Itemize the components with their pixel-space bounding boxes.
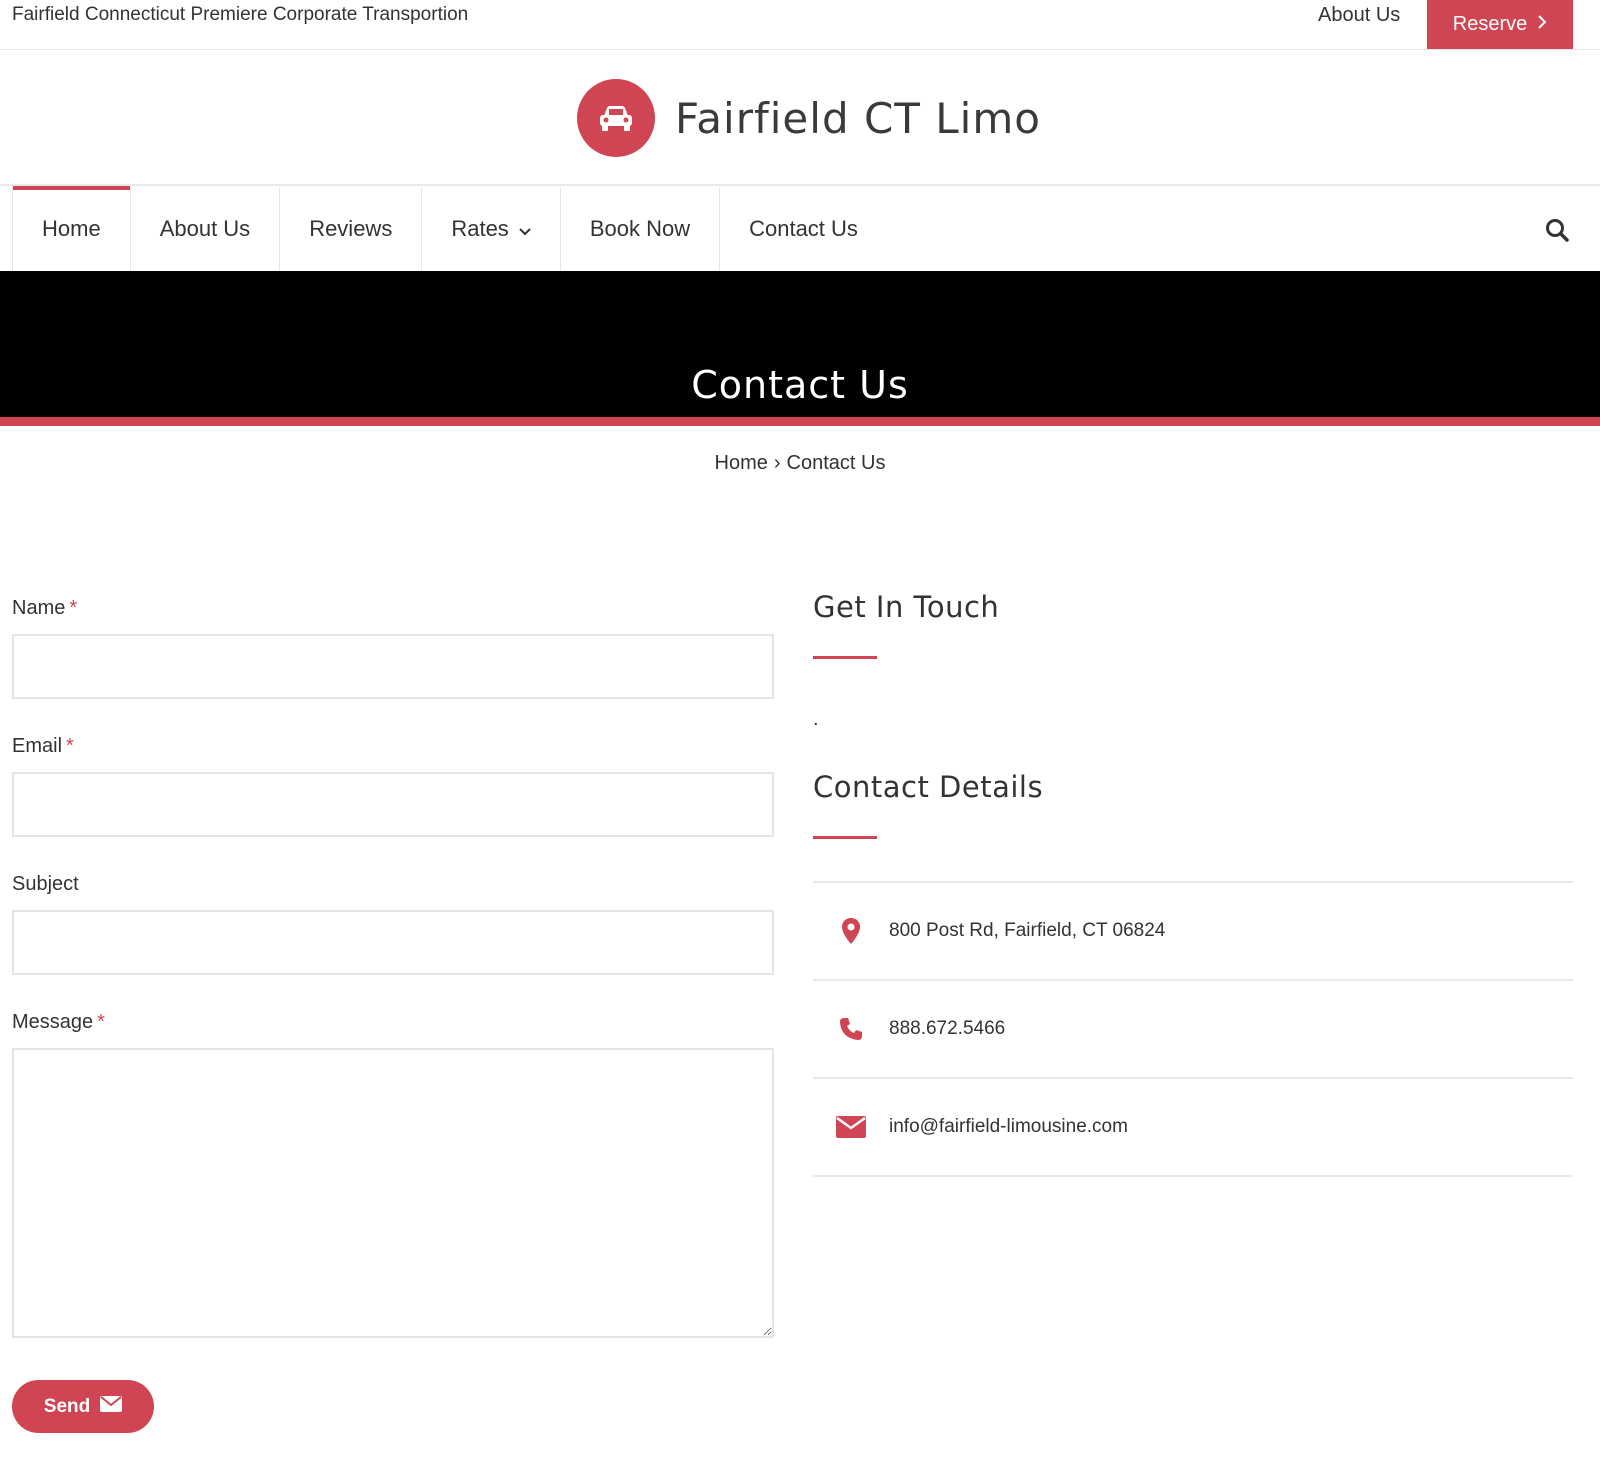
chevron-right-icon [1537, 13, 1547, 36]
site-title[interactable]: Fairfield CT Limo [675, 94, 1041, 143]
get-in-touch-heading: Get In Touch [813, 590, 1000, 624]
send-button-label: Send [43, 1395, 91, 1417]
site-tagline: Fairfield Connecticut Premiere Corporate… [12, 4, 469, 25]
phone-icon [813, 1016, 889, 1042]
main-nav: Home About Us Reviews Rates Book Now Con… [0, 186, 1600, 271]
reserve-button[interactable]: Reserve [1427, 0, 1573, 49]
subject-input[interactable] [12, 910, 774, 975]
required-mark: * [97, 1011, 105, 1033]
message-textarea[interactable] [12, 1048, 774, 1338]
logo[interactable] [577, 79, 655, 157]
nav-item-rates[interactable]: Rates [421, 187, 559, 271]
required-mark: * [69, 597, 78, 619]
address-row: 800 Post Rd, Fairfield, CT 06824 [813, 883, 1573, 981]
envelope-icon [100, 1395, 123, 1418]
search-icon[interactable] [1544, 217, 1570, 243]
name-field-group: Name * [12, 597, 774, 699]
breadcrumb: Home › Contact Us [0, 452, 1600, 475]
breadcrumb-home[interactable]: Home [715, 452, 768, 474]
contact-details-heading: Contact Details [813, 770, 1044, 804]
nav-item-label: Contact Us [749, 216, 858, 241]
subject-label: Subject [12, 873, 79, 895]
heading-underline [813, 836, 877, 839]
nav-item-contact-us[interactable]: Contact Us [719, 187, 887, 271]
phone-row: 888.672.5466 [813, 981, 1573, 1079]
nav-item-about-us[interactable]: About Us [129, 187, 280, 271]
nav-item-label: About Us [159, 216, 251, 241]
message-field-group: Message * [12, 1011, 774, 1338]
email-text[interactable]: info@fairfield-limousine.com [889, 1116, 1128, 1138]
map-marker-icon [813, 917, 889, 945]
email-label: Email * [12, 735, 74, 757]
nav-item-label: Book Now [589, 216, 691, 241]
nav-item-label: Reviews [309, 216, 393, 241]
breadcrumb-separator: › [773, 452, 781, 474]
nav-item-reviews[interactable]: Reviews [279, 187, 421, 271]
address-text: 800 Post Rd, Fairfield, CT 06824 [889, 920, 1166, 941]
send-button[interactable]: Send [12, 1380, 154, 1433]
nav-item-home[interactable]: Home [12, 186, 130, 271]
required-mark: * [66, 735, 74, 757]
reserve-button-label: Reserve [1452, 13, 1528, 35]
email-field-group: Email * [12, 735, 774, 837]
breadcrumb-current: Contact Us [786, 452, 886, 474]
site-header: Fairfield CT Limo [0, 50, 1600, 186]
page-title: Contact Us [691, 363, 909, 407]
name-input[interactable] [12, 634, 774, 699]
chevron-down-icon [519, 216, 531, 242]
phone-text[interactable]: 888.672.5466 [889, 1018, 1005, 1040]
nav-item-label: Home [42, 216, 101, 241]
name-label: Name * [12, 597, 78, 619]
page-banner: Contact Us [0, 271, 1600, 426]
contact-details-list: 800 Post Rd, Fairfield, CT 06824 888.672… [813, 881, 1573, 1177]
nav-item-label: Rates [451, 216, 509, 241]
top-about-link[interactable]: About Us [1318, 4, 1400, 27]
email-input[interactable] [12, 772, 774, 837]
car-icon [600, 106, 632, 131]
email-row: info@fairfield-limousine.com [813, 1079, 1573, 1177]
get-in-touch-text: . [813, 708, 819, 730]
nav-item-book-now[interactable]: Book Now [559, 187, 719, 271]
envelope-icon [813, 1116, 889, 1138]
message-label: Message * [12, 1011, 105, 1033]
subject-field-group: Subject [12, 873, 774, 975]
top-bar: Fairfield Connecticut Premiere Corporate… [0, 0, 1600, 50]
heading-underline [813, 656, 877, 659]
